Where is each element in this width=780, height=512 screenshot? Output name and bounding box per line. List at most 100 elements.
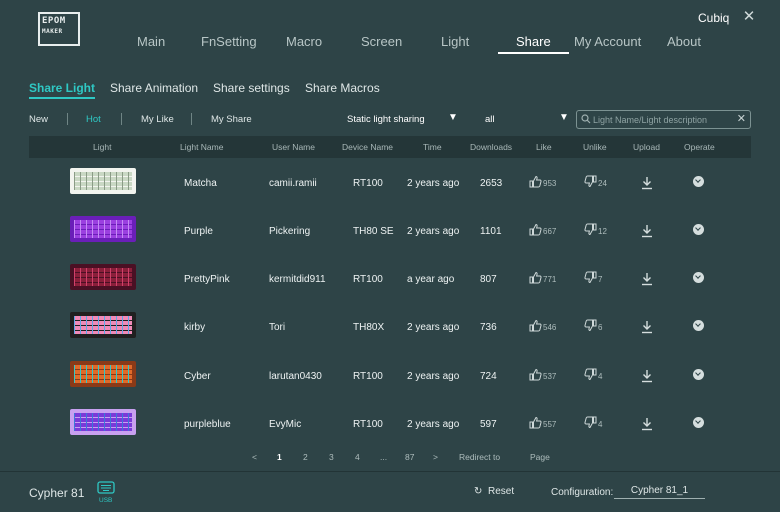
- table-row[interactable]: Matcha camii.ramii RT100 2 years ago 265…: [29, 158, 751, 206]
- light-name: Cyber: [184, 371, 211, 382]
- nav-about[interactable]: About: [667, 34, 701, 49]
- keyboard-keys-pattern: [74, 413, 132, 431]
- page-3[interactable]: 3: [329, 452, 334, 462]
- nav-share[interactable]: Share: [498, 34, 569, 54]
- device-name: RT100: [353, 419, 383, 430]
- nav-fnsetting[interactable]: FnSetting: [201, 34, 257, 49]
- filter-separator: [67, 113, 68, 125]
- like-button[interactable]: 546: [529, 319, 563, 335]
- light-preview-thumbnail[interactable]: [70, 216, 136, 242]
- clear-icon[interactable]: ✕: [737, 112, 746, 125]
- unlike-button[interactable]: 12: [584, 223, 610, 239]
- table-row[interactable]: Purple Pickering TH80 SE 2 years ago 110…: [29, 206, 751, 254]
- reset-icon: ↻: [474, 486, 483, 497]
- col-downloads: Downloads: [470, 142, 513, 152]
- keyboard-keys-pattern: [74, 365, 132, 383]
- page-prev[interactable]: <: [252, 452, 257, 462]
- table-row[interactable]: kirby Tori TH80X 2 years ago 736 546 6: [29, 302, 751, 350]
- device-name: TH80 SE: [353, 226, 394, 237]
- account-name[interactable]: Cubiq: [698, 11, 729, 25]
- light-type-select[interactable]: Static light sharing ▼: [347, 111, 458, 127]
- usb-label: USB: [99, 497, 113, 504]
- page-label[interactable]: Page: [530, 452, 550, 462]
- epomaker-logo: EPOM MAKER: [38, 12, 80, 46]
- filter-my-share[interactable]: My Share: [211, 114, 252, 125]
- unlike-button[interactable]: 4: [584, 368, 610, 384]
- table-row[interactable]: Cyber larutan0430 RT100 2 years ago 724 …: [29, 351, 751, 399]
- page-ellipsis: ...: [380, 452, 388, 462]
- subtab-share-light[interactable]: Share Light: [29, 81, 96, 99]
- nav-main[interactable]: Main: [137, 34, 165, 49]
- download-icon[interactable]: [640, 417, 654, 431]
- like-button[interactable]: 667: [529, 223, 563, 239]
- nav-my-account[interactable]: My Account: [574, 34, 641, 49]
- nav-screen[interactable]: Screen: [361, 34, 402, 49]
- chevron-down-icon[interactable]: [693, 320, 704, 331]
- download-icon[interactable]: [640, 224, 654, 238]
- filter-hot[interactable]: Hot: [86, 114, 101, 125]
- close-icon[interactable]: ✕: [741, 9, 757, 25]
- scope-select[interactable]: all ▼: [485, 111, 570, 127]
- chevron-down-icon: ▼: [448, 112, 458, 123]
- unlike-button[interactable]: 7: [584, 271, 610, 287]
- like-count: 537: [543, 372, 557, 381]
- subtab-share-animation[interactable]: Share Animation: [110, 81, 198, 95]
- page-2[interactable]: 2: [303, 452, 308, 462]
- unlike-button[interactable]: 4: [584, 416, 610, 432]
- redirect-label: Redirect to: [459, 452, 501, 462]
- download-count: 597: [480, 419, 497, 430]
- chevron-down-icon[interactable]: [693, 224, 704, 235]
- light-preview-thumbnail[interactable]: [70, 312, 136, 338]
- chevron-down-icon[interactable]: [693, 272, 704, 283]
- light-preview-thumbnail[interactable]: [70, 168, 136, 194]
- filter-my-like[interactable]: My Like: [141, 114, 174, 125]
- subtab-share-settings[interactable]: Share settings: [213, 81, 290, 95]
- configuration-select[interactable]: Cypher 81_1: [614, 485, 705, 499]
- download-count: 736: [480, 322, 497, 333]
- like-button[interactable]: 537: [529, 368, 563, 384]
- unlike-button[interactable]: 24: [584, 175, 610, 191]
- nav-macro[interactable]: Macro: [286, 34, 322, 49]
- like-button[interactable]: 557: [529, 416, 563, 432]
- thumbs-up-icon: [529, 319, 542, 332]
- user-name: larutan0430: [269, 371, 322, 382]
- thumbs-up-icon: [529, 416, 542, 429]
- chevron-down-icon[interactable]: [693, 176, 704, 187]
- keyboard-keys-pattern: [74, 268, 132, 286]
- table-row[interactable]: purpleblue EvyMic RT100 2 years ago 597 …: [29, 399, 751, 447]
- filter-separator: [121, 113, 122, 125]
- unlike-count: 4: [598, 372, 603, 381]
- download-count: 807: [480, 274, 497, 285]
- download-icon[interactable]: [640, 320, 654, 334]
- user-name: Pickering: [269, 226, 311, 237]
- reset-button[interactable]: ↻ Reset: [474, 486, 514, 497]
- page-next[interactable]: >: [433, 452, 438, 462]
- page-1[interactable]: 1: [277, 452, 282, 462]
- light-name: kirby: [184, 322, 206, 333]
- light-name: PrettyPink: [184, 274, 230, 285]
- light-preview-thumbnail[interactable]: [70, 361, 136, 387]
- nav-light[interactable]: Light: [441, 34, 469, 49]
- download-icon[interactable]: [640, 369, 654, 383]
- unlike-button[interactable]: 6: [584, 319, 610, 335]
- light-preview-thumbnail[interactable]: [70, 409, 136, 435]
- chevron-down-icon[interactable]: [693, 369, 704, 380]
- download-icon[interactable]: [640, 176, 654, 190]
- share-time: 2 years ago: [407, 178, 460, 189]
- download-icon[interactable]: [640, 272, 654, 286]
- subtab-share-macros[interactable]: Share Macros: [305, 81, 380, 95]
- col-time: Time: [423, 142, 442, 152]
- reset-label: Reset: [488, 486, 515, 497]
- like-button[interactable]: 953: [529, 175, 563, 191]
- chevron-down-icon[interactable]: [693, 417, 704, 428]
- search-box[interactable]: ✕: [576, 110, 751, 129]
- page-87[interactable]: 87: [405, 452, 414, 462]
- table-row[interactable]: PrettyPink kermitdid911 RT100 a year ago…: [29, 254, 751, 302]
- search-input[interactable]: [593, 113, 733, 126]
- unlike-count: 12: [598, 227, 607, 236]
- download-count: 1101: [480, 226, 502, 237]
- page-4[interactable]: 4: [355, 452, 360, 462]
- light-preview-thumbnail[interactable]: [70, 264, 136, 290]
- filter-new[interactable]: New: [29, 114, 48, 125]
- like-button[interactable]: 771: [529, 271, 563, 287]
